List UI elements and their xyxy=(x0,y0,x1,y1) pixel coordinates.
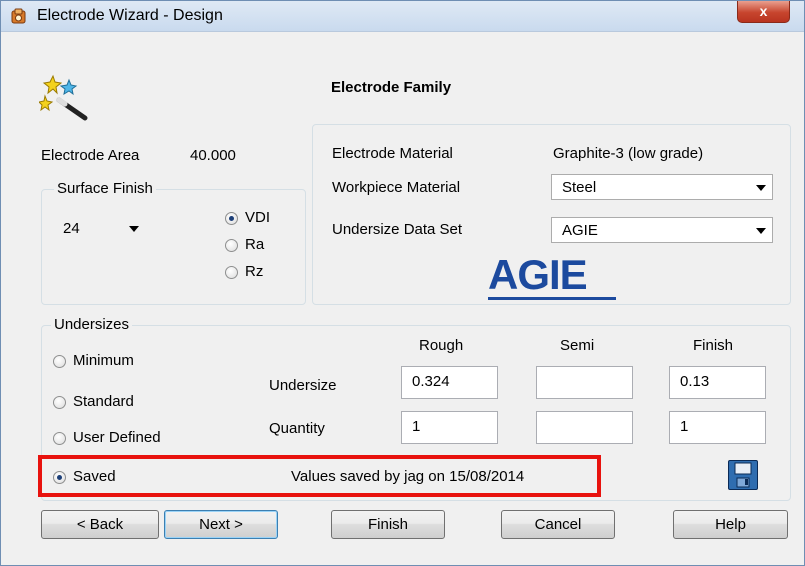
close-icon: x xyxy=(759,3,768,19)
radio-vdi-label: VDI xyxy=(245,209,271,226)
back-button[interactable]: < Back xyxy=(41,510,159,539)
surface-finish-value: 24 xyxy=(63,220,80,237)
chevron-down-icon xyxy=(756,228,766,234)
close-button[interactable]: x xyxy=(737,1,790,23)
undersize-data-set-label: Undersize Data Set xyxy=(332,221,463,238)
radio-rz-label: Rz xyxy=(245,263,264,280)
undersize-row-label: Undersize xyxy=(269,377,337,394)
quantity-rough-value: 1 xyxy=(412,418,421,435)
quantity-row-label: Quantity xyxy=(269,420,325,437)
agie-logo: AGIE xyxy=(488,251,588,298)
electrode-wizard-window: Electrode Wizard - Design x Electrode Fa… xyxy=(0,0,805,566)
floppy-disk-icon xyxy=(734,462,752,488)
save-button[interactable] xyxy=(728,460,758,490)
radio-icon xyxy=(225,239,238,252)
column-header-semi: Semi xyxy=(560,337,595,354)
electrode-area-label: Electrode Area xyxy=(41,147,140,164)
section-heading: Electrode Family xyxy=(331,79,452,96)
electrode-material-value: Graphite-3 (low grade) xyxy=(553,145,704,162)
electrode-material-label: Electrode Material xyxy=(332,145,453,162)
app-icon xyxy=(11,8,26,24)
radio-standard-label: Standard xyxy=(73,393,134,410)
radio-ra-label: Ra xyxy=(245,236,265,253)
finish-button[interactable]: Finish xyxy=(331,510,445,539)
quantity-finish-value: 1 xyxy=(680,418,689,435)
radio-icon xyxy=(53,432,66,445)
help-button[interactable]: Help xyxy=(673,510,788,539)
surface-finish-label: Surface Finish xyxy=(54,180,156,197)
electrode-area-value: 40.000 xyxy=(190,147,236,164)
wizard-wand-icon xyxy=(39,74,88,121)
radio-icon xyxy=(53,355,66,368)
radio-icon xyxy=(53,396,66,409)
radio-icon-checked xyxy=(225,212,238,225)
undersize-semi-input[interactable] xyxy=(536,366,633,399)
window-title: Electrode Wizard - Design xyxy=(37,7,223,24)
quantity-semi-input[interactable] xyxy=(536,411,633,444)
undersize-finish-input[interactable]: 0.13 xyxy=(669,366,766,399)
workpiece-material-label: Workpiece Material xyxy=(332,179,461,196)
agie-logo-underline xyxy=(488,297,616,300)
radio-minimum-label: Minimum xyxy=(73,352,134,369)
workpiece-material-select[interactable]: Steel xyxy=(551,174,773,200)
saved-highlight-box xyxy=(38,455,601,497)
undersize-finish-value: 0.13 xyxy=(680,373,710,390)
column-header-finish: Finish xyxy=(693,337,734,354)
undersize-rough-value: 0.324 xyxy=(412,373,450,390)
next-button[interactable]: Next > xyxy=(164,510,278,539)
undersize-data-set-value: AGIE xyxy=(562,222,598,239)
surface-finish-group xyxy=(41,189,306,305)
workpiece-material-value: Steel xyxy=(562,179,597,196)
undersizes-label: Undersizes xyxy=(51,316,133,333)
undersize-data-set-select[interactable]: AGIE xyxy=(551,217,773,243)
radio-icon xyxy=(225,266,238,279)
quantity-finish-input[interactable]: 1 xyxy=(669,411,766,444)
undersize-rough-input[interactable]: 0.324 xyxy=(401,366,498,399)
cancel-button[interactable]: Cancel xyxy=(501,510,615,539)
chevron-down-icon xyxy=(129,226,139,232)
quantity-rough-input[interactable]: 1 xyxy=(401,411,498,444)
chevron-down-icon xyxy=(756,185,766,191)
radio-user-defined-label: User Defined xyxy=(73,429,161,446)
title-bar: Electrode Wizard - Design x xyxy=(1,1,804,32)
column-header-rough: Rough xyxy=(419,337,464,354)
surface-finish-select[interactable]: 24 xyxy=(53,216,145,242)
